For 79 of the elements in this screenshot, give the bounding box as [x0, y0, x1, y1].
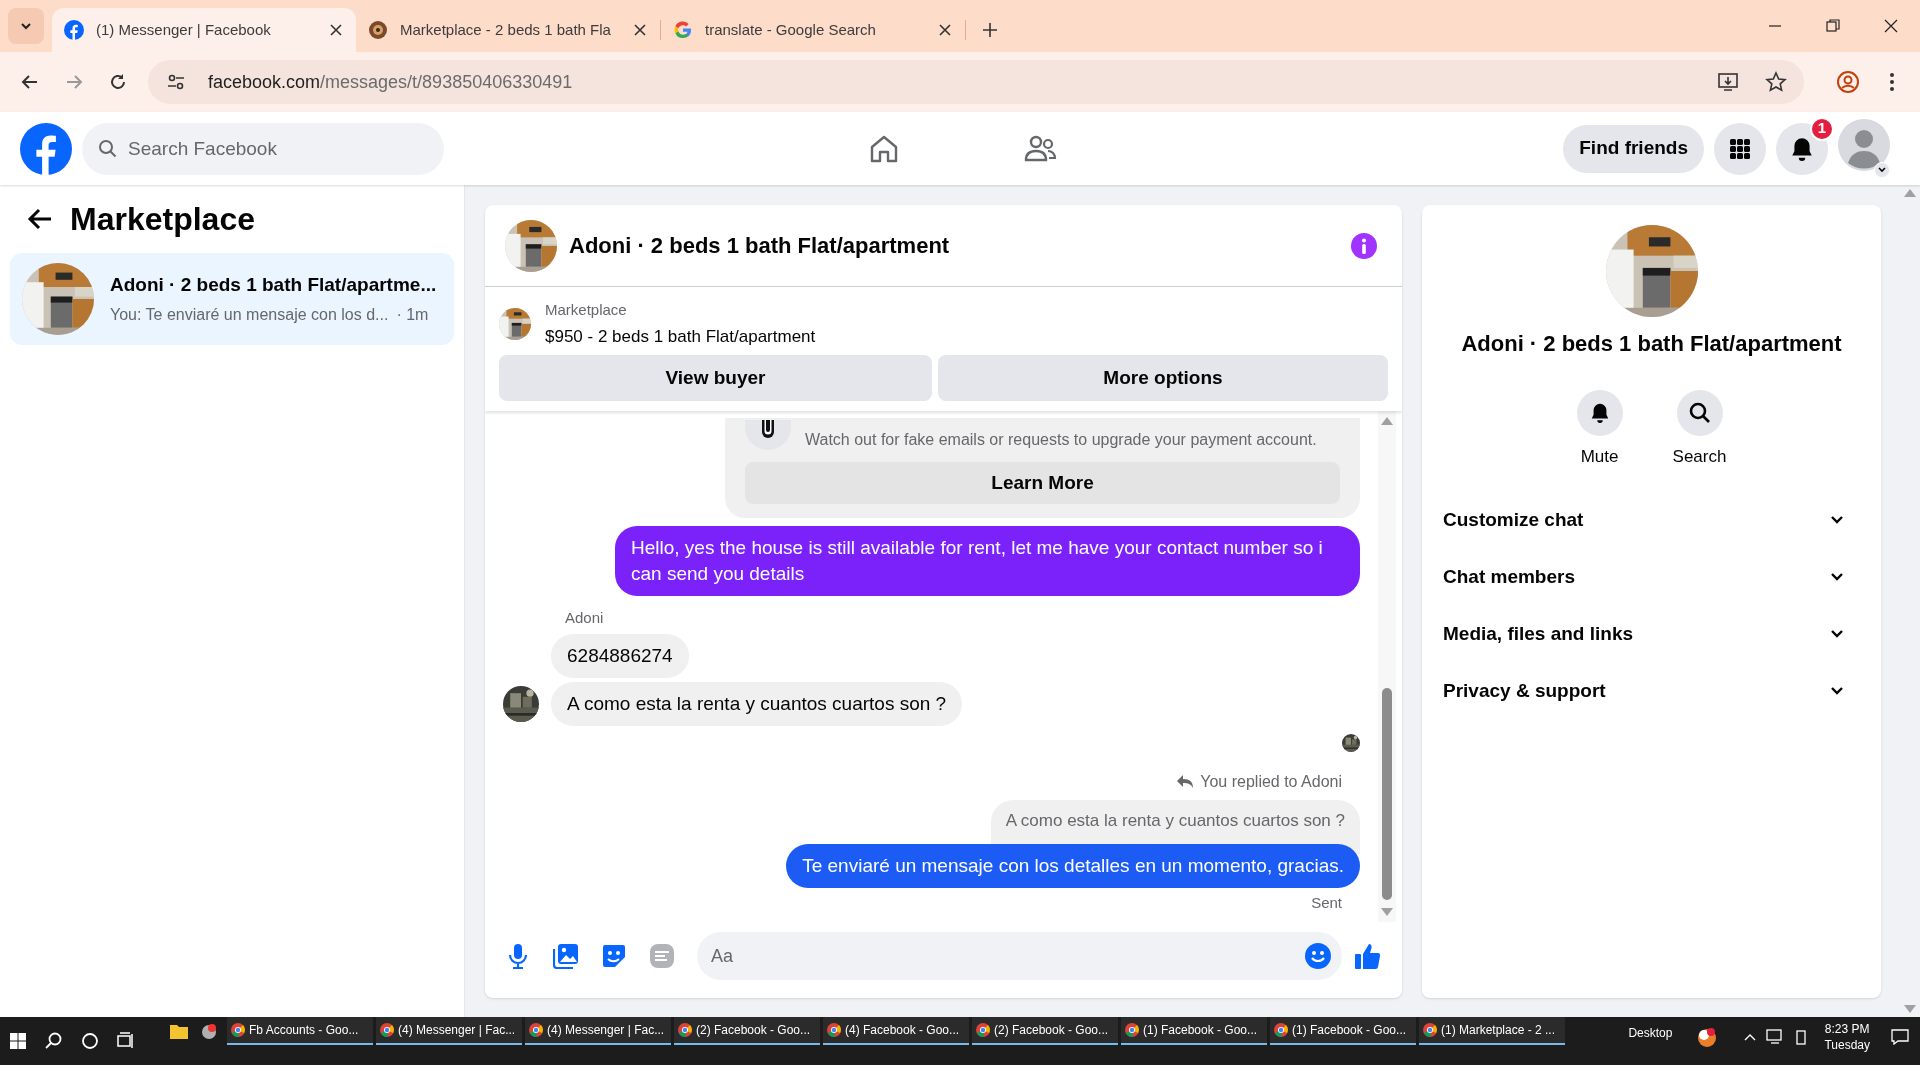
reply-label: You replied to Adoni	[1200, 772, 1342, 792]
thumbs-up-icon[interactable]	[1354, 942, 1382, 970]
chrome-icon	[1125, 1023, 1139, 1037]
find-friends-button[interactable]: Find friends	[1563, 124, 1704, 173]
close-icon[interactable]	[328, 22, 344, 38]
address-field[interactable]: facebook.com/messages/t/893850406330491	[208, 68, 573, 96]
close-icon[interactable]	[937, 22, 953, 38]
mute-button[interactable]: Mute	[1576, 390, 1623, 470]
site-icon	[368, 20, 388, 40]
chrome-icon	[380, 1023, 394, 1037]
action-button[interactable]: More options	[938, 355, 1388, 401]
chrome-icon	[827, 1023, 841, 1037]
search-icon	[98, 138, 118, 159]
chrome-icon	[976, 1023, 990, 1037]
browser-tab[interactable]: Marketplace - 2 beds 1 bath Fla	[356, 8, 660, 52]
taskbar-window-button[interactable]: (2) Facebook - Goo...	[674, 1017, 820, 1045]
tab-title: Marketplace - 2 beds 1 bath Fla	[400, 19, 612, 40]
scrollbar-thumb[interactable]	[1382, 688, 1392, 900]
bell-icon	[1576, 390, 1623, 436]
taskbar-window-button[interactable]: (1) Marketplace - 2 ...	[1419, 1017, 1565, 1045]
info-icon[interactable]	[1350, 231, 1378, 260]
taskbar-window-button[interactable]: (4) Messenger | Fac...	[376, 1017, 522, 1045]
taskbar-window-button[interactable]: (4) Facebook - Goo...	[823, 1017, 969, 1045]
listing-title: $950 - 2 beds 1 bath Flat/apartment	[545, 325, 816, 348]
taskbar-window-button[interactable]: Fb Accounts - Goo...	[227, 1017, 373, 1045]
desktop-toolbar-label[interactable]: Desktop	[1628, 1024, 1673, 1042]
tab-title: translate - Google Search	[705, 19, 877, 40]
message-bubble: Te enviaré un mensaje con los detalles en un momento, gracias.	[786, 843, 1360, 888]
taskbar-window-button[interactable]: (4) Messenger | Fac...	[525, 1017, 671, 1045]
apps-menu-icon[interactable]	[1714, 122, 1766, 175]
search-icon	[1676, 390, 1723, 436]
conversation-title: Adoni · 2 beds 1 bath Flat/apartme...	[110, 272, 437, 297]
message-preview: You: Te enviaré un mensaje con los d...	[110, 305, 389, 326]
warning-text: Watch out for fake emails or requests to upgrade your payment account.	[805, 430, 1317, 450]
section-row[interactable]: Customize chat	[1438, 491, 1865, 549]
message-input[interactable]: Aa	[697, 932, 1342, 980]
conversation-name: Adoni · 2 beds 1 bath Flat/apartment	[1461, 330, 1842, 358]
chrome-icon	[529, 1023, 543, 1037]
notification-count: 1	[1810, 116, 1834, 141]
learn-more-button[interactable]: Learn More	[745, 462, 1340, 504]
chrome-icon	[678, 1023, 692, 1037]
section-row[interactable]: Media, files and links	[1438, 605, 1865, 663]
chat-title: Adoni · 2 beds 1 bath Flat/apartment	[569, 232, 951, 260]
facebook-logo-icon[interactable]	[20, 122, 72, 175]
notifications-icon[interactable]	[1776, 122, 1828, 175]
reply-icon	[1176, 774, 1195, 790]
browser-tab[interactable]: translate - Google Search	[661, 8, 965, 52]
listing-source: Marketplace	[545, 300, 628, 320]
section-row[interactable]: Privacy & support	[1438, 662, 1865, 720]
page-title: Marketplace	[70, 200, 255, 239]
browser-tab[interactable]: (1) Messenger | Facebook	[52, 8, 356, 52]
section-row[interactable]: Chat members	[1438, 548, 1865, 606]
message-bubble: 6284886274	[551, 634, 689, 678]
timestamp: · 1m	[396, 305, 429, 326]
emoji-icon[interactable]	[1304, 942, 1332, 970]
search-field[interactable]: Search Facebook	[82, 122, 444, 175]
gallery-icon[interactable]	[553, 942, 579, 970]
sticker-icon[interactable]	[601, 942, 627, 970]
scrollbar[interactable]	[1378, 411, 1396, 922]
sender-name: Adoni	[565, 609, 604, 626]
tab-title: (1) Messenger | Facebook	[96, 19, 272, 40]
chrome-icon	[1274, 1023, 1288, 1037]
taskbar-window-button[interactable]: (1) Facebook - Goo...	[1270, 1017, 1416, 1045]
delivery-status: Sent	[1311, 892, 1342, 913]
message-bubble: A como esta la renta y cuantos cuartos son ?	[551, 682, 963, 726]
clock-day[interactable]: Tuesday	[1824, 1037, 1870, 1053]
clock-time[interactable]: 8:23 PM	[1824, 1021, 1870, 1037]
chrome-icon	[231, 1023, 245, 1037]
facebook-logo-icon	[64, 20, 84, 40]
search-button[interactable]: Search	[1672, 390, 1727, 470]
action-button[interactable]: View buyer	[499, 355, 932, 401]
dropdown-caret-icon[interactable]	[1874, 162, 1890, 178]
google-logo-icon	[673, 20, 693, 40]
conversation-item[interactable]: Adoni · 2 beds 1 bath Flat/apartme... You: Te enviaré un mensaje con los d... · 1m	[10, 253, 454, 345]
chrome-icon	[1423, 1023, 1437, 1037]
taskbar-window-button[interactable]: (2) Facebook - Goo...	[972, 1017, 1118, 1045]
close-icon[interactable]	[632, 22, 648, 38]
message-bubble: Hello, yes the house is still available for rent, let me have your contact number so i can send you details	[615, 526, 1360, 596]
taskbar-window-button[interactable]: (1) Facebook - Goo...	[1121, 1017, 1267, 1045]
